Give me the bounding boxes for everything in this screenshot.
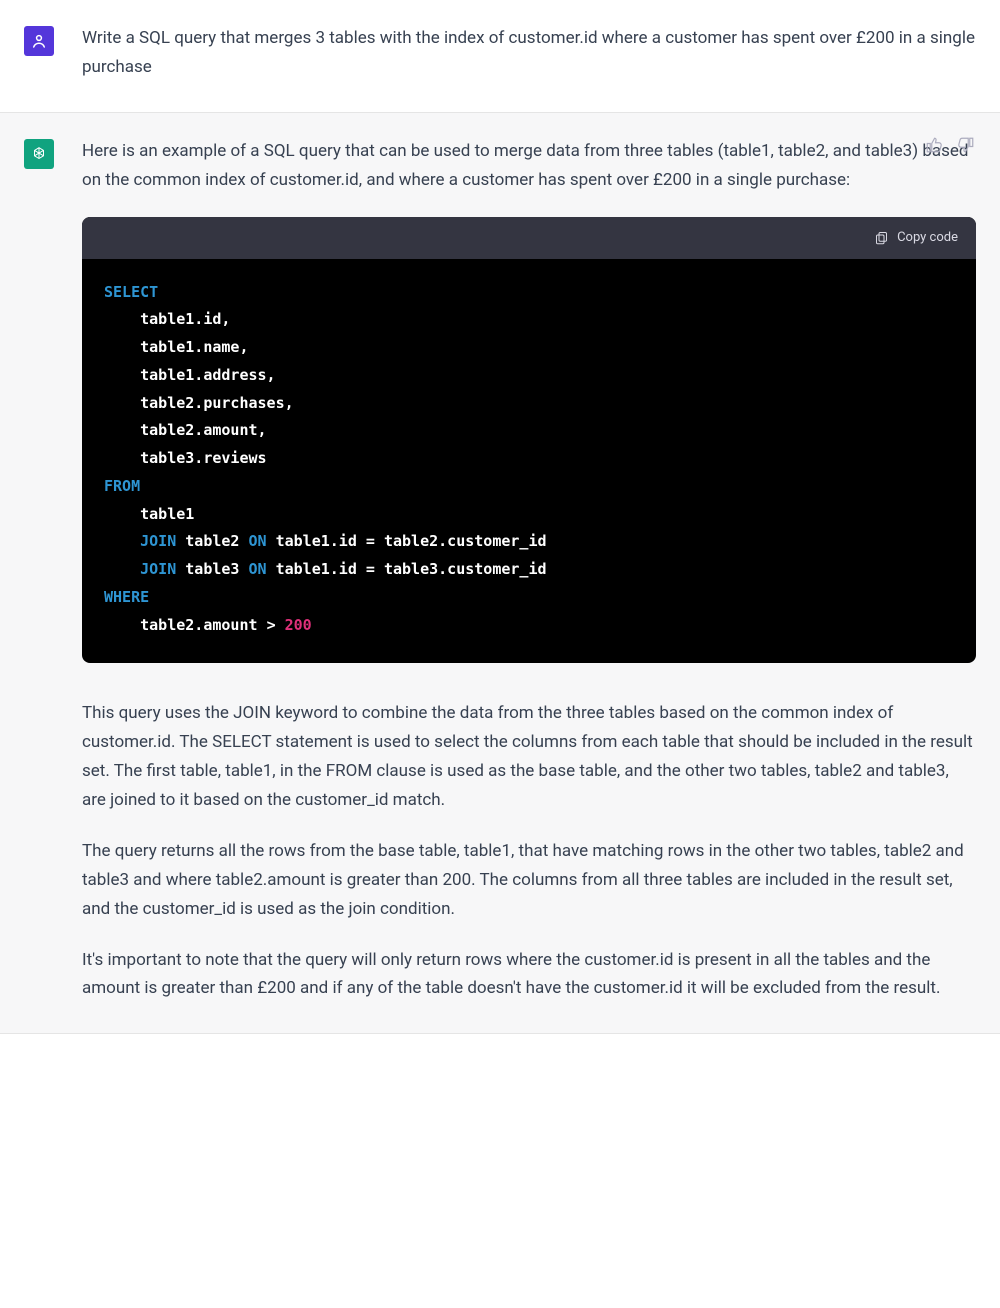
assistant-avatar — [24, 139, 54, 169]
thumbs-up-icon — [925, 136, 943, 154]
thumbs-down-button[interactable] — [956, 135, 976, 155]
clipboard-icon — [874, 230, 889, 245]
chat-transcript: Write a SQL query that merges 3 tables w… — [0, 0, 1000, 1034]
assistant-paragraph: It's important to note that the query wi… — [82, 946, 976, 1004]
assistant-paragraph: This query uses the JOIN keyword to comb… — [82, 699, 976, 815]
assistant-message: Here is an example of a SQL query that c… — [0, 113, 1000, 1035]
copy-code-button[interactable]: Copy code — [874, 227, 958, 249]
thumbs-up-button[interactable] — [924, 135, 944, 155]
assistant-paragraph: The query returns all the rows from the … — [82, 837, 976, 924]
code-block-header: Copy code — [82, 217, 976, 259]
code-block-content[interactable]: SELECT table1.id, table1.name, table1.ad… — [82, 259, 976, 664]
person-icon — [30, 32, 48, 50]
thumbs-down-icon — [957, 136, 975, 154]
user-message-text: Write a SQL query that merges 3 tables w… — [82, 24, 976, 82]
copy-code-label: Copy code — [897, 227, 958, 249]
assistant-intro: Here is an example of a SQL query that c… — [82, 137, 976, 195]
feedback-controls — [924, 135, 976, 155]
openai-icon — [30, 145, 48, 163]
user-message: Write a SQL query that merges 3 tables w… — [0, 0, 1000, 113]
code-block: Copy code SELECT table1.id, table1.name,… — [82, 217, 976, 664]
assistant-message-body: Here is an example of a SQL query that c… — [82, 137, 976, 1004]
user-avatar — [24, 26, 54, 56]
